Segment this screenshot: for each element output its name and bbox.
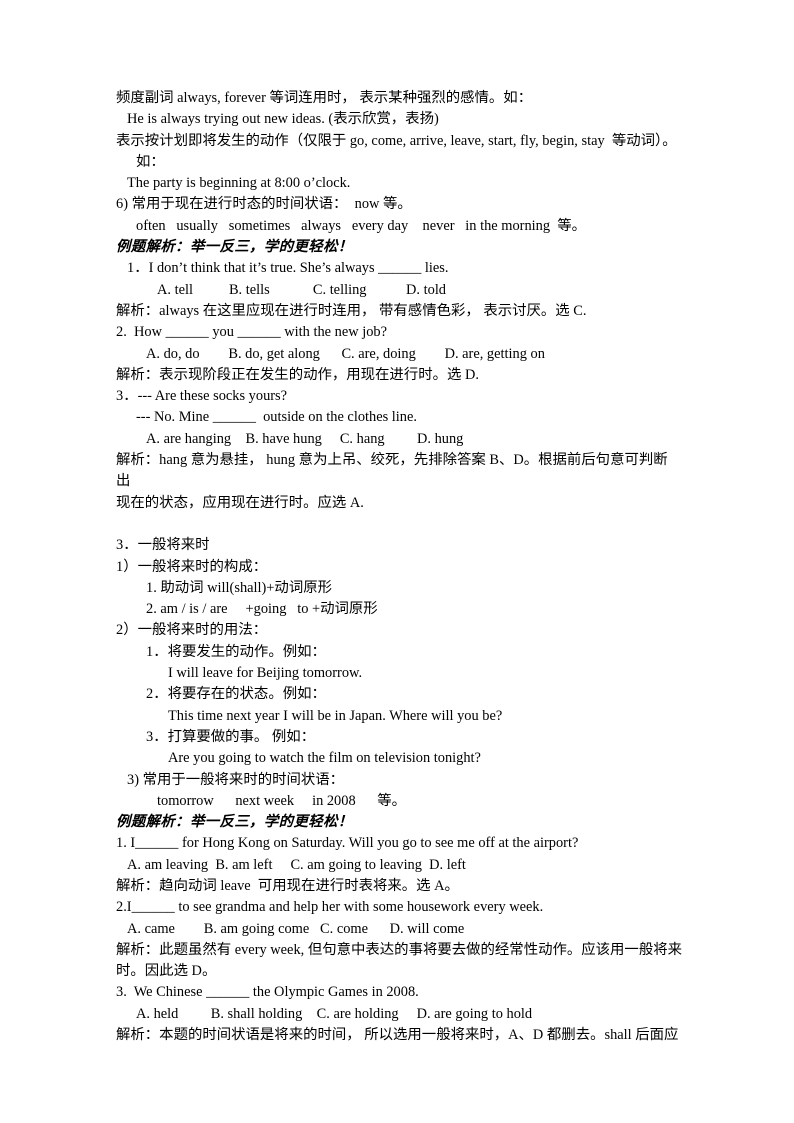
- text-line: 1. I______ for Hong Kong on Saturday. Wi…: [116, 835, 579, 852]
- text-line: 2. am / is / are +going to +动词原形: [146, 601, 378, 618]
- text-line: tomorrow next week in 2008 等。: [157, 792, 407, 809]
- text-line: 1. 助动词 will(shall)+动词原形: [146, 579, 332, 596]
- text-line: --- No. Mine ______ outside on the cloth…: [136, 409, 417, 426]
- text-line: A. came B. am going come C. come D. will…: [127, 920, 465, 937]
- text-line: A. am leaving B. am left C. am going to …: [127, 856, 466, 873]
- text-line: I will leave for Beijing tomorrow.: [168, 665, 363, 682]
- text-line: 现在的状态，应用现在进行时。应选 A.: [116, 494, 364, 511]
- text-line: 解析：此题虽然有 every week, 但句意中表达的事将要去做的经常性动作。…: [116, 941, 682, 958]
- text-line: 解析：hang 意为悬挂， hung 意为上吊、绞死，先排除答案 B、D。根据前…: [116, 452, 668, 490]
- text-line: 2.I______ to see grandma and help her wi…: [116, 899, 544, 916]
- text-line: 3. We Chinese ______ the Olympic Games i…: [116, 984, 419, 1001]
- text-line: 3．打算要做的事。 例如：: [146, 728, 316, 745]
- text-line: A. do, do B. do, get along C. are, doing…: [146, 345, 545, 362]
- document-body: 频度副词 always, forever 等词连用时， 表示某种强烈的感情。如：…: [116, 88, 682, 1046]
- text-line: A. held B. shall holding C. are holding …: [136, 1005, 533, 1022]
- text-line: 解析：趋向动词 leave 可用现在进行时表将来。选 A。: [116, 877, 459, 894]
- text-line: 表示按计划即将发生的动作（仅限于 go, come, arrive, leave…: [116, 132, 677, 149]
- text-line: A. tell B. tells C. telling D. told: [157, 281, 447, 298]
- text-line: 3) 常用于一般将来时的时间状语：: [127, 771, 345, 788]
- text-line: The party is beginning at 8:00 o’clock.: [127, 175, 351, 192]
- document-page: 频度副词 always, forever 等词连用时， 表示某种强烈的感情。如：…: [0, 0, 794, 1123]
- text-line: 6) 常用于现在进行时态的时间状语： now 等。: [116, 196, 412, 213]
- text-line: 1．I don’t think that it’s true. She’s al…: [127, 260, 449, 277]
- text-line: 2. How ______ you ______ with the new jo…: [116, 324, 387, 341]
- text-line: A. are hanging B. have hung C. hang D. h…: [146, 430, 464, 447]
- text-line: 解析：always 在这里应现在进行时连用， 带有感情色彩， 表示讨厌。选 C.: [116, 302, 587, 319]
- text-line: often usually sometimes always every day…: [136, 217, 587, 234]
- text-line: 3．--- Are these socks yours?: [116, 388, 288, 405]
- text-line: 频度副词 always, forever 等词连用时， 表示某种强烈的感情。如：: [116, 90, 533, 106]
- text-line: Are you going to watch the film on telev…: [168, 750, 481, 767]
- text-line: 2）一般将来时的用法：: [116, 622, 268, 639]
- text-line: 1）一般将来时的构成：: [116, 558, 268, 575]
- text-line: This time next year I will be in Japan. …: [168, 707, 503, 724]
- text-line: 2．将要存在的状态。例如：: [146, 686, 326, 703]
- text-line: 解析：本题的时间状语是将来的时间， 所以选用一般将来时，A、D 都删去。shal…: [116, 1027, 679, 1044]
- text-line: 1．将要发生的动作。例如：: [146, 643, 326, 660]
- section-heading: 例题解析：举一反三，学的更轻松！: [116, 814, 353, 831]
- section-heading: 例题解析：举一反三，学的更轻松！: [116, 239, 353, 256]
- text-line: 3．一般将来时: [116, 537, 210, 554]
- text-line: 时。因此选 D。: [116, 963, 217, 980]
- text-line: 如：: [136, 153, 165, 170]
- text-line: 解析：表示现阶段正在发生的动作，用现在进行时。选 D.: [116, 366, 479, 383]
- text-line: He is always trying out new ideas. (表示欣赏…: [127, 111, 439, 128]
